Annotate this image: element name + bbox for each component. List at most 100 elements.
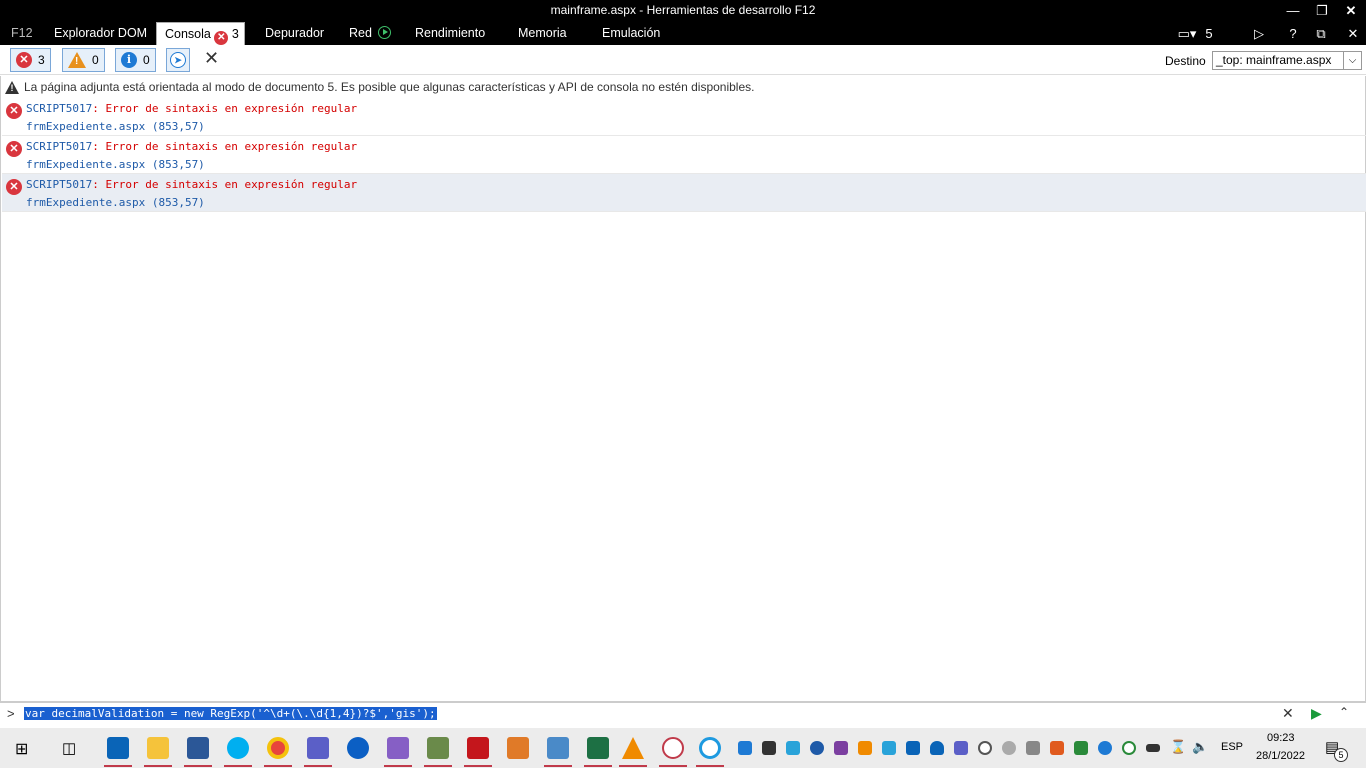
- console-toolbar: ✕ 3 ! 0 i 0 ➤ ✕ Destino: [0, 45, 1366, 75]
- errors-filter-button[interactable]: ✕ 3: [10, 48, 51, 72]
- tab-f12[interactable]: F12: [11, 22, 33, 45]
- tray-app-icon[interactable]: [786, 741, 800, 755]
- error-badge-icon: ✕: [214, 31, 229, 45]
- clear-on-navigate-icon: ➤: [170, 52, 186, 68]
- notification-count: 5: [1334, 748, 1348, 762]
- tray-cloud-icon[interactable]: [1002, 741, 1016, 755]
- visual-studio-icon[interactable]: [387, 737, 409, 759]
- device-count: 5: [1205, 26, 1213, 41]
- file-explorer-icon[interactable]: [147, 737, 169, 759]
- tray-outlook-icon[interactable]: [906, 741, 920, 755]
- tab-emulation[interactable]: Emulación: [602, 22, 660, 45]
- message-code: SCRIPT5017: Error de sintaxis en expresi…: [26, 102, 357, 115]
- info-message: ! La página adjunta está orientada al mo…: [5, 80, 754, 94]
- message-id: SCRIPT5017: [26, 178, 93, 191]
- info-icon: i: [121, 52, 137, 68]
- window-title: mainframe.aspx - Herramientas de desarro…: [550, 3, 816, 17]
- tray-app-icon[interactable]: [1122, 741, 1136, 755]
- tray-vlc-icon[interactable]: [858, 741, 872, 755]
- wifi-icon[interactable]: ⌛: [1170, 739, 1186, 755]
- error-icon: ✕: [6, 103, 22, 119]
- teams-icon[interactable]: [307, 737, 329, 759]
- tab-bar: F12 Explorador DOM Consola ✕ 3 Depurador…: [0, 22, 1366, 45]
- snipping-tool-icon[interactable]: [662, 737, 684, 759]
- tray-app-icon[interactable]: [882, 741, 896, 755]
- device-icon[interactable]: ▭▾: [1172, 22, 1202, 45]
- console-toggle-icon[interactable]: ▷: [1250, 22, 1268, 45]
- tab-console[interactable]: Consola ✕ 3: [156, 22, 245, 45]
- clock-date[interactable]: 28/1/2022: [1256, 750, 1305, 762]
- clear-input-icon[interactable]: ✕: [1282, 705, 1294, 722]
- clear-on-navigate-button[interactable]: ➤: [166, 48, 190, 72]
- help-icon[interactable]: ?: [1284, 22, 1302, 45]
- message-source-link[interactable]: frmExpediente.aspx (853,57): [26, 120, 205, 133]
- message-text: : Error de sintaxis en expresión regular: [92, 140, 358, 153]
- acrobat-icon[interactable]: [467, 737, 489, 759]
- tray-onedrive-icon[interactable]: [930, 741, 944, 755]
- internet-explorer-icon[interactable]: [699, 737, 721, 759]
- console-message[interactable]: ✕ SCRIPT5017: Error de sintaxis en expre…: [2, 174, 1366, 212]
- message-source-link[interactable]: frmExpediente.aspx (853,57): [26, 158, 205, 171]
- close-icon[interactable]: ✕: [1336, 0, 1366, 22]
- chrome-icon[interactable]: [267, 737, 289, 759]
- tab-network-label: Red: [349, 26, 372, 40]
- task-view-icon[interactable]: ◫: [62, 739, 76, 757]
- destino-select[interactable]: _top: mainframe.aspx ⌵: [1212, 51, 1362, 70]
- outlook-icon[interactable]: [107, 737, 129, 759]
- app-icon[interactable]: [507, 737, 529, 759]
- tab-network[interactable]: Red: [349, 22, 392, 45]
- minimize-icon[interactable]: —: [1278, 0, 1308, 22]
- error-icon: ✕: [6, 179, 22, 195]
- expand-input-icon[interactable]: ⌃: [1339, 705, 1349, 719]
- undock-icon[interactable]: ⧉: [1312, 22, 1330, 45]
- tray-lock-icon[interactable]: [1026, 741, 1040, 755]
- tray-settings-icon[interactable]: [978, 741, 992, 755]
- skype-icon[interactable]: [227, 737, 249, 759]
- warning-icon: !: [68, 52, 86, 68]
- battery-icon[interactable]: [1146, 744, 1160, 752]
- close-devtools-icon[interactable]: ✕: [1344, 22, 1362, 45]
- message-source-link[interactable]: frmExpediente.aspx (853,57): [26, 196, 205, 209]
- message-code: SCRIPT5017: Error de sintaxis en expresi…: [26, 178, 357, 191]
- title-bar: mainframe.aspx - Herramientas de desarro…: [0, 0, 1366, 22]
- tab-debugger[interactable]: Depurador: [265, 22, 324, 45]
- warnings-count: 0: [92, 53, 99, 67]
- tray-shield-icon[interactable]: [1074, 741, 1088, 755]
- info-filter-button[interactable]: i 0: [115, 48, 156, 72]
- message-id: SCRIPT5017: [26, 102, 93, 115]
- console-message[interactable]: ✕ SCRIPT5017: Error de sintaxis en expre…: [2, 98, 1366, 136]
- restore-icon[interactable]: ❐: [1307, 0, 1337, 22]
- clock-time[interactable]: 09:23: [1267, 732, 1295, 744]
- app-icon[interactable]: [427, 737, 449, 759]
- volume-icon[interactable]: 🔈: [1192, 739, 1208, 755]
- run-icon[interactable]: ▶: [1311, 705, 1322, 722]
- taskbar: ⊞ ◫ ⌛ 🔈 ESP 09:23 28/1/2022 ▤ 5: [0, 728, 1366, 768]
- message-id: SCRIPT5017: [26, 140, 93, 153]
- tab-memory[interactable]: Memoria: [518, 22, 567, 45]
- tray-app-icon[interactable]: [762, 741, 776, 755]
- tray-teams-icon[interactable]: [954, 741, 968, 755]
- maps-icon[interactable]: [347, 737, 369, 759]
- vlc-icon[interactable]: [622, 737, 644, 759]
- start-icon[interactable]: ⊞: [15, 739, 28, 759]
- console-message[interactable]: ✕ SCRIPT5017: Error de sintaxis en expre…: [2, 136, 1366, 174]
- console-input[interactable]: var decimalValidation = new RegExp('^\d+…: [24, 707, 437, 720]
- tab-console-count: 3: [231, 27, 239, 41]
- warnings-filter-button[interactable]: ! 0: [62, 48, 105, 72]
- clear-console-icon[interactable]: ✕: [204, 48, 219, 69]
- word-icon[interactable]: [187, 737, 209, 759]
- error-icon: ✕: [6, 141, 22, 157]
- tray-defender-icon[interactable]: [738, 741, 752, 755]
- tab-performance[interactable]: Rendimiento: [415, 22, 485, 45]
- console-input-bar: > var decimalValidation = new RegExp('^\…: [0, 701, 1366, 726]
- prompt-chevron-icon: >: [7, 706, 15, 721]
- bluetooth-icon[interactable]: [1098, 741, 1112, 755]
- excel-icon[interactable]: [587, 737, 609, 759]
- tray-app-icon[interactable]: [810, 741, 824, 755]
- app-icon[interactable]: [547, 737, 569, 759]
- tray-onenote-icon[interactable]: [834, 741, 848, 755]
- language-indicator[interactable]: ESP: [1221, 741, 1243, 753]
- message-code: SCRIPT5017: Error de sintaxis en expresi…: [26, 140, 357, 153]
- tab-dom-explorer[interactable]: Explorador DOM: [54, 22, 147, 45]
- tray-app-icon[interactable]: [1050, 741, 1064, 755]
